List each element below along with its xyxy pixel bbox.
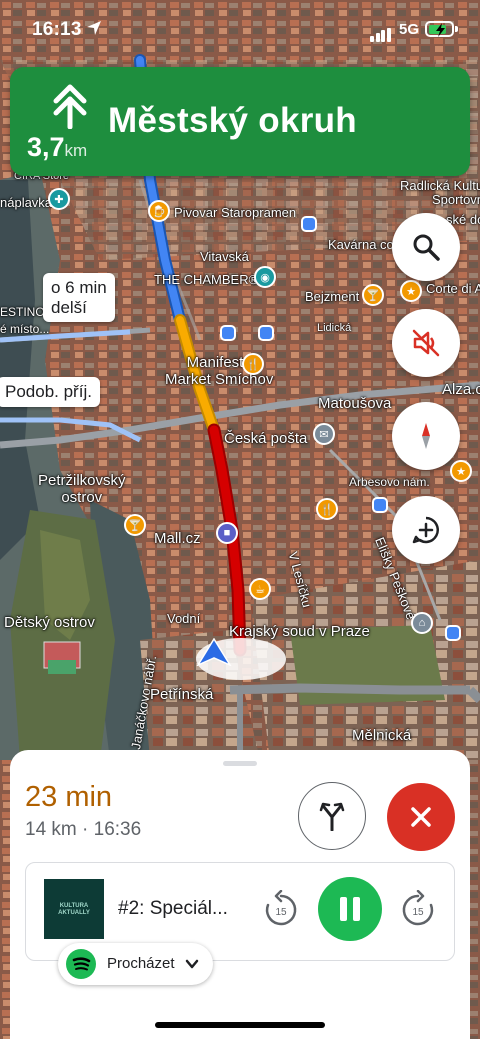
merge-straight-icon [53, 84, 87, 129]
search-icon [413, 234, 440, 261]
network-type: 5G [399, 21, 420, 38]
add-report-button[interactable] [392, 496, 460, 564]
track-title[interactable]: #2: Speciál... [118, 898, 228, 920]
trip-sheet[interactable]: 23 min 14 km · 16:36 KULTURA AKTUALLY #2… [10, 750, 470, 1039]
navigation-arrow-icon [196, 638, 232, 666]
chevron-down-icon [185, 959, 199, 969]
alternate-route-callout[interactable]: Podob. příj. [0, 377, 100, 407]
forward-15-button[interactable]: 15 [398, 890, 438, 930]
charging-bolt-icon [435, 22, 445, 37]
map-label[interactable]: Vodní [167, 611, 200, 626]
map-label[interactable]: Bejzment [305, 289, 359, 304]
eta-duration: 23 min [25, 781, 113, 813]
map-label[interactable]: é místo... [0, 322, 49, 336]
alternate-route-callout[interactable]: o 6 min delší [43, 273, 115, 323]
distance-value: 3,7 [27, 132, 65, 162]
navigation-banner[interactable]: 3,7km Městský okruh [10, 67, 470, 176]
battery-cap [455, 26, 458, 32]
transit-stop-icon[interactable] [258, 325, 274, 341]
pin-icon[interactable]: ✚ [48, 188, 70, 210]
map-label[interactable]: Alza.c [442, 381, 480, 398]
landmark-icon[interactable]: ⌂ [411, 612, 433, 634]
maneuver-distance: 3,7km [27, 132, 87, 163]
compass-button[interactable] [392, 402, 460, 470]
coffee-icon[interactable]: ☕ [249, 578, 271, 600]
star-icon[interactable]: ★ [450, 460, 472, 482]
close-icon [411, 807, 431, 827]
location-arrow-icon [87, 21, 101, 35]
restaurant-icon[interactable]: 🍴 [242, 353, 264, 375]
bar-icon[interactable]: 🍸 [362, 284, 384, 306]
compass-icon [422, 423, 430, 449]
map-label[interactable]: Petřínská [150, 686, 213, 703]
rewind-15-button[interactable]: 15 [261, 890, 301, 930]
map-label[interactable]: Lidická [317, 322, 351, 334]
map-label[interactable]: Arbesovo nám. [349, 475, 430, 489]
map-label[interactable]: Mělnická [352, 727, 411, 744]
sheet-grabber[interactable] [223, 761, 257, 766]
browse-label: Procházet [107, 955, 175, 972]
mute-button[interactable] [392, 309, 460, 377]
map-label[interactable]: Pivovar Staropramen [174, 205, 296, 220]
status-bar: 16:13 5G [0, 0, 480, 60]
battery-icon [425, 21, 454, 37]
map-label[interactable]: Mall.cz [154, 530, 201, 547]
map-label[interactable]: Dětský ostrov [4, 614, 95, 631]
mute-icon [412, 329, 440, 357]
rewind-seconds: 15 [275, 907, 287, 918]
status-time: 16:13 [32, 19, 82, 40]
transit-stop-icon[interactable] [301, 216, 317, 232]
alternate-routes-button[interactable] [298, 782, 366, 850]
search-button[interactable] [392, 213, 460, 281]
map-label[interactable]: ESTINO [0, 305, 45, 319]
battery-level [428, 22, 447, 37]
restaurant-icon[interactable]: 🍴 [316, 498, 338, 520]
home-indicator[interactable] [155, 1022, 325, 1028]
exit-navigation-button[interactable] [387, 783, 455, 851]
star-icon[interactable]: ★ [400, 280, 422, 302]
spotify-browse-button[interactable]: Procházet [58, 943, 213, 985]
map-label[interactable]: Radlická Kulturní [400, 178, 480, 193]
map-label[interactable]: Petržilkovský ostrov [38, 472, 126, 506]
add-report-icon [412, 516, 439, 544]
trip-summary: 14 km · 16:36 [25, 819, 142, 840]
map-label[interactable]: náplavka [0, 195, 52, 210]
current-location-puck [196, 638, 286, 680]
spotify-icon [66, 949, 96, 979]
map-label[interactable]: Česká pošta [224, 430, 307, 447]
pause-icon [340, 897, 347, 921]
mail-icon[interactable]: ✉ [313, 423, 335, 445]
map-label[interactable]: THE CHAMBER® [154, 272, 258, 287]
map-label[interactable]: Corte di Al [426, 281, 480, 296]
bar-icon[interactable]: 🍸 [124, 514, 146, 536]
album-art[interactable]: KULTURA AKTUALLY [44, 879, 104, 939]
pause-button[interactable] [318, 877, 382, 941]
shopping-bag-icon[interactable]: ■ [216, 522, 238, 544]
pause-icon [353, 897, 360, 921]
fork-route-icon [319, 802, 345, 831]
beer-icon[interactable]: 🍺 [148, 200, 170, 222]
map-label[interactable]: Vitavská [200, 249, 249, 264]
transit-stop-icon[interactable] [220, 325, 236, 341]
camera-icon[interactable]: ◉ [254, 266, 276, 288]
transit-stop-icon[interactable] [445, 625, 461, 641]
cellular-signal-icon [370, 24, 392, 42]
next-street: Městský okruh [108, 101, 357, 140]
forward-seconds: 15 [412, 907, 424, 918]
map-label[interactable]: Sportovna [432, 192, 480, 207]
distance-unit: km [64, 141, 88, 160]
transit-stop-icon[interactable] [372, 497, 388, 513]
map-label[interactable]: Matoušova [318, 395, 391, 412]
